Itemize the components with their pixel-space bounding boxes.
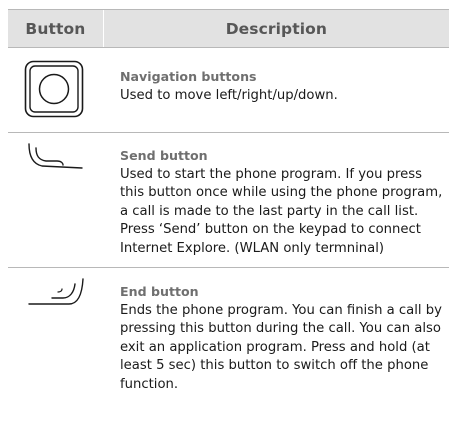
- description-cell: Send button Used to start the phone prog…: [120, 147, 450, 258]
- button-cell: [8, 48, 103, 132]
- navigation-buttons-icon: [24, 60, 84, 118]
- end-button-icon: [28, 278, 84, 305]
- row-title: End button: [120, 284, 199, 299]
- header-description: Description: [225, 19, 328, 38]
- row-title: Send button: [120, 148, 208, 163]
- description-cell: End button Ends the phone program. You c…: [120, 283, 450, 394]
- button-cell: [8, 268, 103, 411]
- send-button-icon: [28, 143, 83, 169]
- button-cell: [8, 133, 103, 267]
- button-description-table: Button Description Navigation buttons Us…: [8, 9, 449, 411]
- table-row: End button Ends the phone program. You c…: [8, 268, 449, 411]
- row-description: Ends the phone program. You can finish a…: [120, 302, 442, 392]
- row-description: Used to start the phone program. If you …: [120, 166, 443, 256]
- table-header: Button Description: [8, 9, 449, 48]
- row-title: Navigation buttons: [120, 69, 257, 84]
- table-row: Send button Used to start the phone prog…: [8, 133, 449, 268]
- table-row: Navigation buttons Used to move left/rig…: [8, 48, 449, 133]
- row-description: Used to move left/right/up/down.: [120, 87, 338, 103]
- header-button: Button: [8, 10, 104, 47]
- description-cell: Navigation buttons Used to move left/rig…: [120, 68, 450, 105]
